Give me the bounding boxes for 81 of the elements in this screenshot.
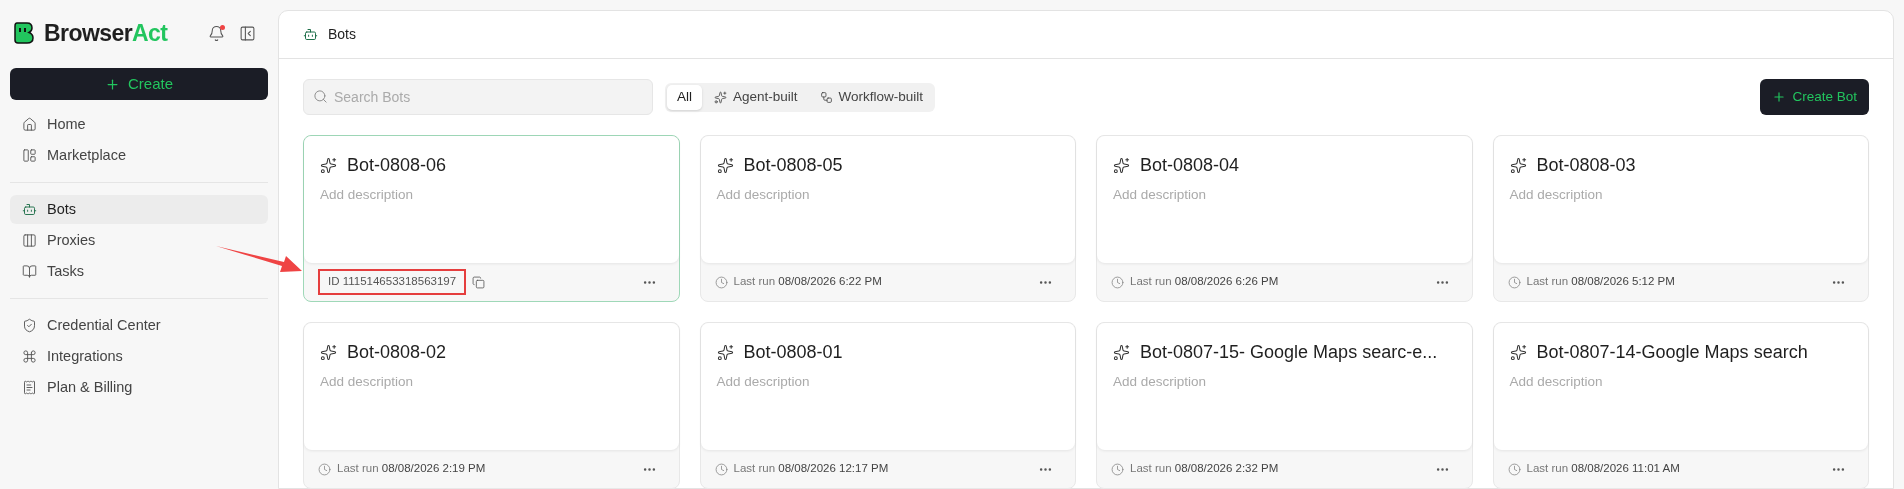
sparkle-icon (1509, 344, 1527, 361)
filter-tab[interactable]: Agent-built (704, 84, 808, 110)
bot-description: Add description (716, 186, 811, 204)
bot-description: Add description (1509, 186, 1604, 204)
last-run: Last run 08/08/2026 11:01 AM (1526, 461, 1680, 477)
sparkle-icon (1509, 157, 1527, 174)
last-run: Last run 08/08/2026 2:32 PM (1130, 461, 1279, 477)
filter-tab[interactable]: Workflow-built (809, 84, 934, 110)
bot-card[interactable]: Bot-0808-03 Add description Last run 08/08/2026 5:12 PM (1492, 135, 1869, 302)
plus-icon (105, 76, 120, 92)
nav-item[interactable]: Home (10, 110, 268, 139)
bot-name: Bot-0807-14-Google Maps search (1536, 341, 1808, 364)
sparkle-icon (714, 90, 727, 104)
last-run: Last run 08/08/2026 2:19 PM (337, 461, 486, 477)
shield-icon (22, 318, 37, 333)
panel-icon (22, 148, 37, 163)
bot-name: Bot-0808-05 (743, 154, 843, 177)
house-icon (22, 117, 37, 132)
robot-icon (303, 27, 318, 42)
bot-name: Bot-0808-04 (1140, 154, 1240, 177)
copy-icon[interactable] (472, 275, 486, 289)
nav-item[interactable]: Integrations (10, 342, 268, 371)
create-bot-button[interactable]: Create Bot (1760, 79, 1869, 115)
last-run: Last run 08/08/2026 5:12 PM (1526, 274, 1675, 290)
collapse-sidebar-icon[interactable] (239, 24, 256, 42)
bot-description: Add description (1113, 186, 1208, 204)
last-run: Last run 08/08/2026 6:22 PM (733, 274, 882, 290)
bot-name: Bot-0808-02 (347, 341, 447, 364)
bot-name: Bot-0808-06 (347, 154, 447, 177)
bot-card[interactable]: Bot-0808-01 Add description Last run 08/08/2026 12:17 PM (699, 322, 1076, 489)
clock-icon (714, 275, 728, 289)
last-run: Last run 08/08/2026 12:17 PM (733, 461, 889, 477)
clock-icon (1111, 275, 1124, 289)
bot-card[interactable]: Bot-0808-04 Add description Last run 08/08/2026 6:26 PM (1096, 135, 1473, 302)
nav-item[interactable]: Proxies (10, 226, 268, 255)
workflow-icon (819, 90, 833, 104)
filter-tab[interactable]: All (667, 84, 702, 110)
last-run: Last run 08/08/2026 6:26 PM (1130, 274, 1279, 290)
nav-item[interactable]: Bots (10, 195, 268, 224)
bot-name: Bot-0808-03 (1536, 154, 1636, 177)
book-icon (22, 264, 37, 279)
receipt-icon (22, 380, 37, 395)
bot-description: Add description (320, 373, 415, 391)
columns-icon (22, 233, 37, 248)
bot-card[interactable]: Bot-0808-05 Add description Last run 08/08/2026 6:22 PM (699, 135, 1076, 302)
create-button[interactable]: Create (10, 68, 268, 100)
clock-icon (1507, 275, 1521, 289)
bot-description: Add description (320, 186, 415, 204)
bot-card[interactable]: Bot-0807-15- Google Maps searc-e... Add description Last run 08/08/2026 2:32 PM (1096, 322, 1473, 489)
nav-item[interactable]: Credential Center (10, 311, 268, 340)
bot-name: Bot-0807-15- Google Maps searc-e... (1140, 341, 1438, 364)
sparkle-icon (320, 344, 337, 361)
nav-item[interactable]: Marketplace (10, 141, 268, 170)
clock-icon (714, 462, 728, 476)
plus-icon (1772, 90, 1787, 104)
bot-description: Add description (716, 373, 811, 391)
bot-description: Add description (1509, 373, 1604, 391)
bot-description: Add description (1113, 373, 1208, 391)
sparkle-icon (1113, 157, 1130, 174)
brand-name: BrowserAct (44, 18, 168, 48)
nav-item[interactable]: Tasks (10, 257, 268, 286)
search-field[interactable]: Search Bots (303, 79, 653, 115)
robot-icon (22, 202, 37, 217)
clock-icon (1111, 462, 1124, 476)
command-icon (22, 349, 37, 364)
clock-icon (1507, 462, 1521, 476)
notifications-icon[interactable] (208, 24, 225, 42)
bot-card[interactable]: Bot-0807-14-Google Maps search Add description Last run 08/08/2026 11:01 AM (1492, 322, 1869, 489)
sparkle-icon (716, 344, 734, 361)
bot-card[interactable]: Bot-0808-02 Add description Last run 08/08/2026 2:19 PM (303, 322, 680, 489)
page-title: Bots (328, 25, 356, 44)
bot-id: ID 111514653318563197 (318, 269, 467, 295)
search-icon (313, 89, 328, 104)
sparkle-icon (716, 157, 734, 174)
sparkle-icon (320, 157, 337, 174)
logo-icon (14, 21, 34, 45)
nav-item[interactable]: Plan & Billing (10, 373, 268, 402)
clock-icon (318, 462, 331, 476)
bot-card[interactable]: Bot-0808-06 Add description ID 111514653318563197 (303, 135, 680, 302)
sparkle-icon (1113, 344, 1130, 361)
bot-name: Bot-0808-01 (743, 341, 843, 364)
